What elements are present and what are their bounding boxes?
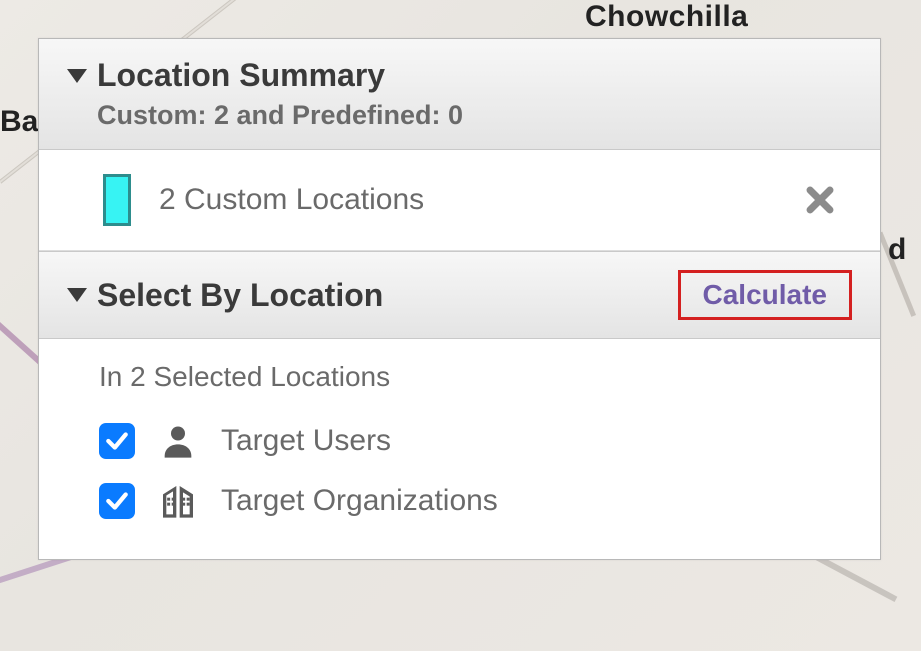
location-summary-header[interactable]: Location Summary Custom: 2 and Predefine… — [39, 39, 880, 150]
checkbox-checked[interactable] — [99, 483, 135, 519]
select-by-location-header[interactable]: Select By Location Calculate — [39, 251, 880, 339]
section-title: Select By Location — [97, 277, 383, 314]
checkmark-icon — [104, 488, 130, 514]
target-organizations-label: Target Organizations — [221, 484, 498, 518]
custom-locations-label: 2 Custom Locations — [159, 183, 424, 217]
caret-down-icon — [67, 288, 87, 302]
checkbox-checked[interactable] — [99, 423, 135, 459]
location-swatch-icon — [103, 174, 131, 226]
custom-locations-row[interactable]: 2 Custom Locations — [39, 150, 880, 251]
checkmark-icon — [104, 428, 130, 454]
caret-down-icon — [67, 69, 87, 83]
user-icon — [155, 421, 201, 461]
selected-locations-label: In 2 Selected Locations — [99, 361, 852, 393]
building-icon — [155, 481, 201, 521]
map-place-label: Chowchilla — [585, 0, 748, 34]
map-place-label-fragment: d — [888, 233, 906, 267]
calculate-button[interactable]: Calculate — [678, 270, 853, 320]
remove-location-button[interactable] — [800, 180, 840, 220]
close-icon — [803, 183, 837, 217]
map-place-label-fragment: Ba — [0, 105, 38, 139]
target-users-label: Target Users — [221, 424, 391, 458]
target-organizations-row[interactable]: Target Organizations — [99, 471, 852, 531]
target-users-row[interactable]: Target Users — [99, 411, 852, 471]
select-by-location-body: In 2 Selected Locations Target Users — [39, 339, 880, 559]
section-title: Location Summary — [97, 57, 385, 94]
section-subtitle: Custom: 2 and Predefined: 0 — [97, 100, 463, 131]
location-panel: Location Summary Custom: 2 and Predefine… — [38, 38, 881, 560]
